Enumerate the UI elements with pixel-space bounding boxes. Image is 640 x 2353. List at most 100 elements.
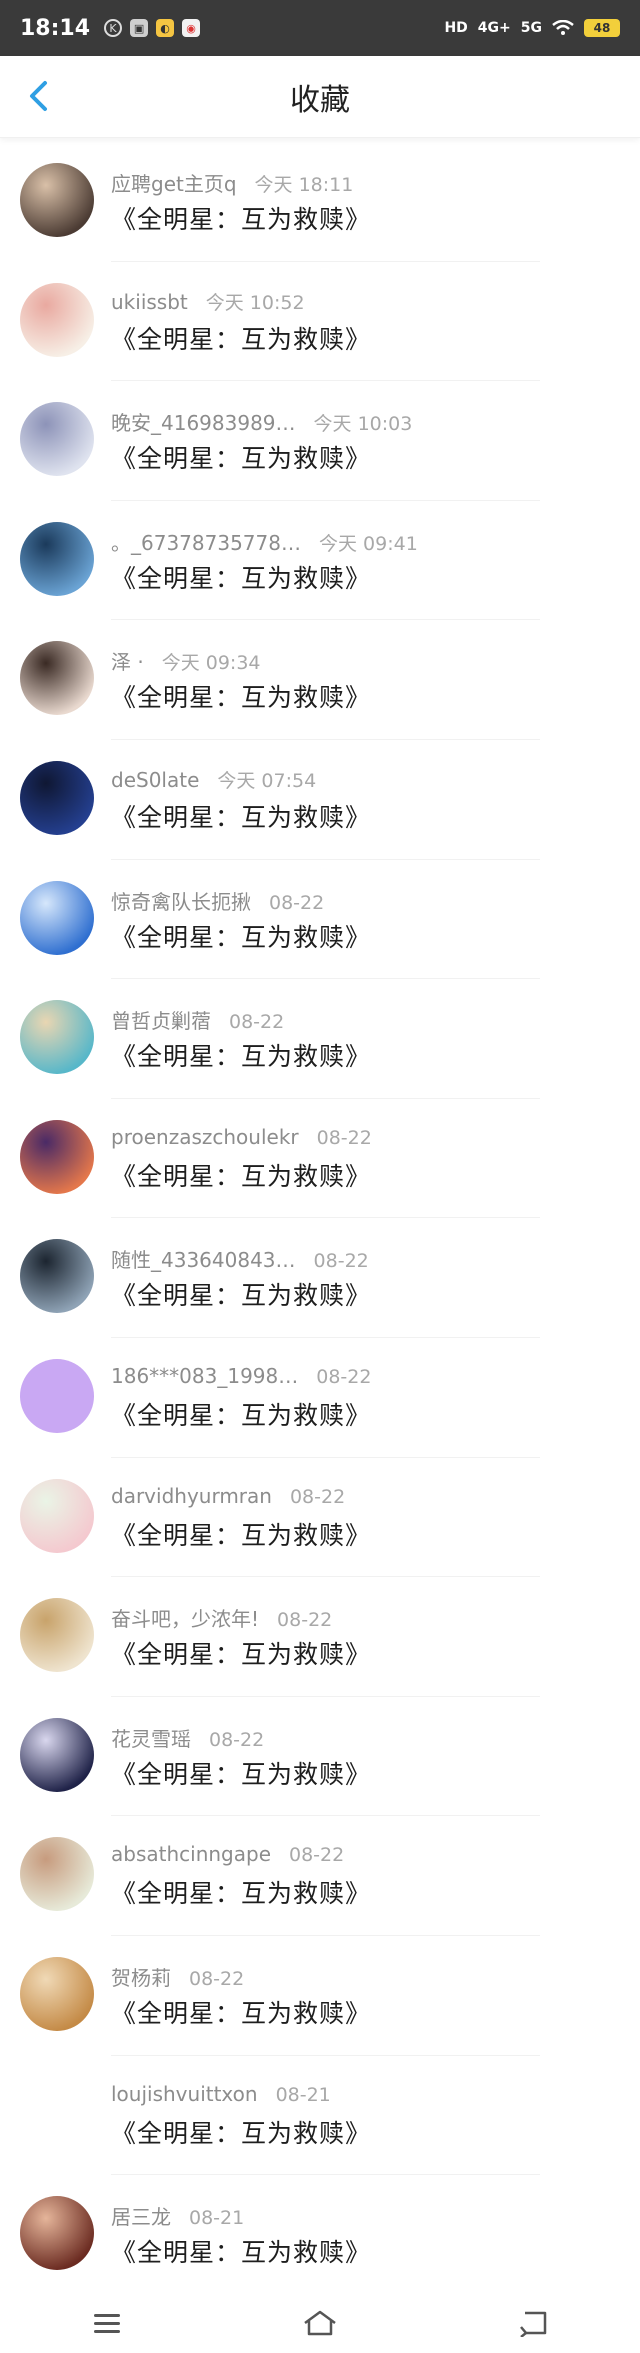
- page-title: 收藏: [290, 82, 350, 118]
- favorite-list-item[interactable]: 泽 · 今天 09:34 《全明星：互为救赎》: [0, 620, 640, 740]
- item-title[interactable]: 《全明星：互为救赎》: [111, 798, 371, 834]
- avatar[interactable]: [20, 163, 94, 237]
- user-name[interactable]: 。_67378735778…: [111, 527, 301, 556]
- user-name[interactable]: 奋斗吧，少浓年!: [111, 1603, 259, 1632]
- user-name[interactable]: deS0late: [111, 768, 199, 792]
- favorite-list-item[interactable]: deS0late 今天 07:54 《全明星：互为救赎》: [0, 740, 640, 860]
- favorite-list-item[interactable]: 。_67378735778… 今天 09:41 《全明星：互为救赎》: [0, 501, 640, 621]
- system-back-button[interactable]: [508, 2303, 558, 2343]
- favorite-list-item[interactable]: 花灵雪瑶 08-22 《全明星：互为救赎》: [0, 1697, 640, 1817]
- item-meta: absathcinngape 08-22: [111, 1842, 344, 1866]
- favorite-list-item[interactable]: proenzaszchoulekr 08-22 《全明星：互为救赎》: [0, 1099, 640, 1219]
- favorite-list-item[interactable]: 186***083_1998… 08-22 《全明星：互为救赎》: [0, 1338, 640, 1458]
- item-title[interactable]: 《全明星：互为救赎》: [111, 2114, 371, 2150]
- item-title[interactable]: 《全明星：互为救赎》: [111, 1157, 371, 1193]
- menu-button[interactable]: [82, 2303, 132, 2343]
- status-right: HD 4G+ 5G 48: [444, 19, 620, 37]
- timestamp: 08-22: [189, 1967, 245, 1990]
- item-meta: ukiissbt 今天 10:52: [111, 288, 305, 315]
- avatar[interactable]: [20, 402, 94, 477]
- favorite-list-item[interactable]: 奋斗吧，少浓年! 08-22 《全明星：互为救赎》: [0, 1577, 640, 1697]
- item-title[interactable]: 《全明星：互为救赎》: [111, 1874, 371, 1910]
- avatar[interactable]: [20, 282, 94, 357]
- avatar[interactable]: [20, 2196, 94, 2271]
- favorite-list-item[interactable]: loujishvuittxon 08-21 《全明星：互为救赎》: [0, 2056, 640, 2176]
- hd-label: HD: [444, 20, 468, 36]
- user-name[interactable]: 随性_433640843…: [111, 1244, 296, 1273]
- favorite-list-item[interactable]: 随性_433640843… 08-22 《全明星：互为救赎》: [0, 1218, 640, 1338]
- item-meta: 泽 · 今天 09:34: [111, 646, 261, 675]
- timestamp: 08-22: [289, 1844, 345, 1867]
- user-name[interactable]: absathcinngape: [111, 1842, 271, 1866]
- status-bar: 18:14 K ▣ ◐ ◉ HD 4G+ 5G 48: [0, 0, 640, 56]
- item-title[interactable]: 《全明星：互为救赎》: [111, 2233, 371, 2269]
- avatar[interactable]: [20, 641, 94, 716]
- item-title[interactable]: 《全明星：互为救赎》: [111, 678, 371, 714]
- user-name[interactable]: 居三龙: [111, 2201, 171, 2230]
- item-title[interactable]: 《全明星：互为救赎》: [111, 439, 371, 475]
- item-title[interactable]: 《全明星：互为救赎》: [111, 1994, 371, 2030]
- favorite-list-item[interactable]: 惊奇禽队长扼揪 08-22 《全明星：互为救赎》: [0, 860, 640, 980]
- home-button[interactable]: [295, 2303, 345, 2343]
- item-title[interactable]: 《全明星：互为救赎》: [111, 1276, 371, 1312]
- avatar[interactable]: [20, 1956, 94, 2031]
- user-name[interactable]: 曾哲贞剿蓿: [111, 1005, 211, 1034]
- timestamp: 今天 07:54: [217, 769, 317, 792]
- avatar[interactable]: [20, 760, 94, 835]
- avatar[interactable]: [20, 1837, 94, 1912]
- favorite-list-item[interactable]: absathcinngape 08-22 《全明星：互为救赎》: [0, 1816, 640, 1936]
- item-title[interactable]: 《全明星：互为救赎》: [111, 1037, 371, 1073]
- timestamp: 今天 09:41: [318, 532, 418, 555]
- avatar[interactable]: [20, 521, 94, 596]
- avatar[interactable]: [20, 1239, 94, 1314]
- battery-indicator: 48: [584, 19, 620, 37]
- favorite-list-item[interactable]: 晚安_416983989… 今天 10:03 《全明星：互为救赎》: [0, 381, 640, 501]
- item-meta: 应聘get主页q 今天 18:11: [111, 168, 353, 197]
- item-title[interactable]: 《全明星：互为救赎》: [111, 918, 371, 954]
- timestamp: 08-21: [275, 2083, 331, 2106]
- item-title[interactable]: 《全明星：互为救赎》: [111, 320, 371, 356]
- avatar[interactable]: [20, 1478, 94, 1553]
- user-name[interactable]: darvidhyurmran: [111, 1484, 272, 1508]
- item-title[interactable]: 《全明星：互为救赎》: [111, 1396, 371, 1432]
- avatar[interactable]: [20, 1358, 94, 1433]
- favorite-list-item[interactable]: 贺杨莉 08-22 《全明星：互为救赎》: [0, 1936, 640, 2056]
- avatar[interactable]: [20, 1598, 94, 1673]
- item-meta: deS0late 今天 07:54: [111, 766, 316, 793]
- item-title[interactable]: 《全明星：互为救赎》: [111, 200, 371, 236]
- avatar[interactable]: [20, 1717, 94, 1792]
- avatar[interactable]: [20, 2076, 94, 2151]
- item-meta: 居三龙 08-21: [111, 2201, 244, 2230]
- item-title[interactable]: 《全明星：互为救赎》: [111, 1755, 371, 1791]
- user-name[interactable]: loujishvuittxon: [111, 2082, 258, 2106]
- user-name[interactable]: 晚安_416983989…: [111, 407, 296, 436]
- back-button[interactable]: [18, 76, 58, 116]
- user-name[interactable]: proenzaszchoulekr: [111, 1125, 299, 1149]
- user-name[interactable]: 186***083_1998…: [111, 1364, 298, 1388]
- item-title[interactable]: 《全明星：互为救赎》: [111, 1516, 371, 1552]
- avatar[interactable]: [20, 880, 94, 955]
- favorite-list-item[interactable]: 曾哲贞剿蓿 08-22 《全明星：互为救赎》: [0, 979, 640, 1099]
- favorite-list-item[interactable]: 应聘get主页q 今天 18:11 《全明星：互为救赎》: [0, 142, 640, 262]
- item-meta: 奋斗吧，少浓年! 08-22: [111, 1603, 332, 1632]
- favorite-list-item[interactable]: ukiissbt 今天 10:52 《全明星：互为救赎》: [0, 262, 640, 382]
- avatar[interactable]: [20, 1000, 94, 1075]
- item-title[interactable]: 《全明星：互为救赎》: [111, 559, 371, 595]
- user-name[interactable]: 惊奇禽队长扼揪: [111, 886, 251, 915]
- user-name[interactable]: ukiissbt: [111, 290, 188, 314]
- avatar[interactable]: [20, 1119, 94, 1194]
- timestamp: 今天 10:03: [313, 413, 413, 436]
- timestamp: 今天 10:52: [205, 291, 305, 314]
- item-title[interactable]: 《全明星：互为救赎》: [111, 1635, 371, 1671]
- item-meta: 惊奇禽队长扼揪 08-22: [111, 886, 324, 915]
- user-name[interactable]: 花灵雪瑶: [111, 1723, 191, 1752]
- favorite-list-item[interactable]: darvidhyurmran 08-22 《全明星：互为救赎》: [0, 1458, 640, 1578]
- chevron-left-icon: [30, 81, 47, 111]
- user-name[interactable]: 贺杨莉: [111, 1962, 171, 1991]
- favorite-list-item[interactable]: 居三龙 08-21 《全明星：互为救赎》: [0, 2175, 640, 2295]
- user-name[interactable]: 泽 ·: [111, 646, 144, 675]
- user-name[interactable]: 应聘get主页q: [111, 168, 237, 197]
- timestamp: 今天 09:34: [161, 652, 261, 675]
- timestamp: 08-21: [189, 2207, 245, 2230]
- timestamp: 08-22: [313, 1250, 369, 1273]
